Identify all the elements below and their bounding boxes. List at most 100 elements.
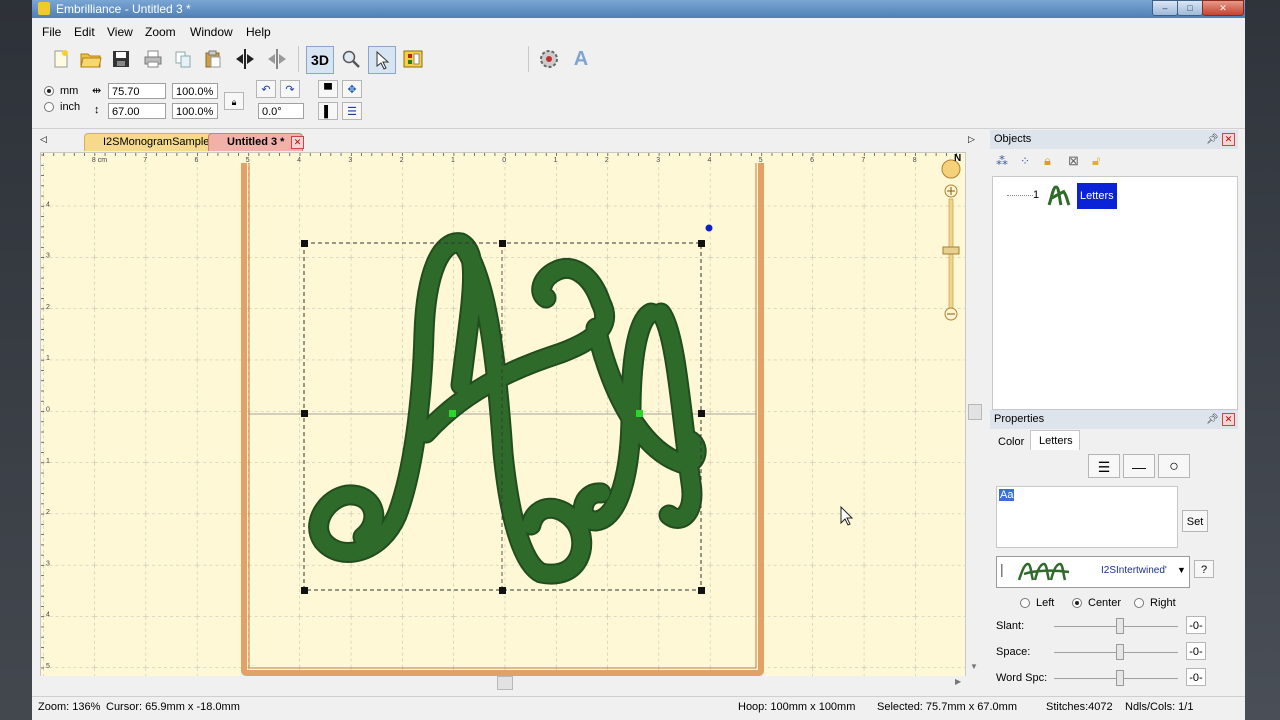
- color-palette-icon[interactable]: [400, 46, 426, 72]
- close-panel-icon[interactable]: ✕: [1222, 133, 1235, 146]
- menu-file[interactable]: File: [42, 25, 61, 39]
- paste-icon[interactable]: [200, 46, 226, 72]
- status-cursor: Cursor: 65.9mm x -18.0mm: [106, 701, 240, 713]
- rotate-right-icon[interactable]: ↷: [280, 80, 300, 98]
- mirror-horizontal-icon[interactable]: [232, 46, 258, 72]
- text-entry-box[interactable]: Aa: [996, 486, 1178, 548]
- open-folder-icon[interactable]: [78, 46, 104, 72]
- ungroup-icon[interactable]: ⁘: [1020, 154, 1030, 168]
- properties-panel-header: Properties 📌︎ ✕: [990, 410, 1238, 429]
- width-percent-input[interactable]: 100.0%: [172, 83, 218, 99]
- tab-color[interactable]: Color: [998, 436, 1024, 448]
- align-center-radio[interactable]: [1072, 598, 1082, 608]
- word-spacing-value[interactable]: -0-: [1186, 668, 1206, 686]
- center-object-icon[interactable]: ✥: [342, 80, 362, 98]
- rotation-input[interactable]: 0.0°: [258, 103, 304, 119]
- align-right-radio[interactable]: [1134, 598, 1144, 608]
- font-letters-icon[interactable]: A: [568, 46, 594, 72]
- menu-zoom[interactable]: Zoom: [145, 25, 176, 39]
- design-canvas[interactable]: 8 cm 7 6 5 4 3 2 1 0 1 2 3 4 5 6 7 8 4 3 2 1 0 1 2 3 4 5: [40, 152, 966, 680]
- pin-icon[interactable]: 📌︎: [1206, 410, 1219, 429]
- close-panel-icon[interactable]: ✕: [1222, 413, 1235, 426]
- dropdown-chevron-icon[interactable]: ▼: [1177, 565, 1186, 575]
- object-item-letters[interactable]: 1 Letters: [1033, 181, 1213, 211]
- layout-line-icon[interactable]: —: [1123, 454, 1155, 478]
- window-title: Embrilliance - Untitled 3 *: [56, 2, 191, 16]
- objects-panel-header: Objects 📌︎ ✕: [990, 130, 1238, 149]
- ruler-top-label: 5: [246, 157, 250, 164]
- height-input[interactable]: 67.00: [108, 103, 166, 119]
- layout-straight-icon[interactable]: ☰: [1088, 454, 1120, 478]
- tab-untitled-3[interactable]: Untitled 3 *: [208, 133, 304, 151]
- unit-inch-radio[interactable]: [44, 102, 54, 112]
- menu-edit[interactable]: Edit: [74, 25, 95, 39]
- align-top-icon[interactable]: ▀: [318, 80, 338, 98]
- ruler-left-label: 1: [46, 355, 50, 362]
- set-button[interactable]: Set: [1182, 510, 1208, 532]
- align-left-icon[interactable]: ▌: [318, 102, 338, 120]
- copy-icon[interactable]: [170, 46, 196, 72]
- space-value[interactable]: -0-: [1186, 642, 1206, 660]
- slant-slider-thumb[interactable]: [1116, 618, 1124, 634]
- new-file-icon[interactable]: [48, 46, 74, 72]
- tab-scroll-left-icon[interactable]: ◁: [40, 134, 47, 145]
- rotate-left-icon[interactable]: ↶: [256, 80, 276, 98]
- objects-toolbar: ⁂ ⁘ 🔒︎ ⊠ 🔓︎: [994, 152, 1234, 172]
- word-spacing-slider-thumb[interactable]: [1116, 670, 1124, 686]
- unlock-icon[interactable]: 🔓︎: [1092, 153, 1100, 169]
- slant-value[interactable]: -0-: [1186, 616, 1206, 634]
- vertical-scroll-thumb[interactable]: [968, 404, 982, 420]
- layout-circle-icon[interactable]: ○: [1158, 454, 1190, 478]
- object-index: 1: [1033, 189, 1040, 201]
- align-center-label: Center: [1088, 597, 1122, 609]
- ruler-top-label: 0: [502, 157, 506, 164]
- ruler-left-label: 1: [46, 458, 50, 465]
- distribute-icon[interactable]: ☰: [342, 102, 362, 120]
- align-left-radio[interactable]: [1020, 598, 1030, 608]
- font-selector[interactable]: | I2SIntertwined' ▼: [996, 556, 1190, 588]
- width-arrow-icon: ⇹: [92, 85, 102, 97]
- ruler-top-label: 8: [913, 157, 917, 164]
- minimize-button[interactable]: –: [1152, 0, 1178, 16]
- tab-letters[interactable]: Letters: [1030, 430, 1080, 451]
- font-help-button[interactable]: ?: [1194, 560, 1214, 578]
- close-tab-icon[interactable]: ✕: [291, 136, 304, 149]
- save-icon[interactable]: [108, 46, 134, 72]
- height-percent-input[interactable]: 100.0%: [172, 103, 218, 119]
- menu-help[interactable]: Help: [246, 25, 271, 39]
- menu-window[interactable]: Window: [190, 25, 233, 39]
- word-spacing-label: Word Spc:: [996, 672, 1048, 684]
- ruler-top-label: 3: [348, 157, 352, 164]
- tab-scroll-right-icon[interactable]: ▷: [968, 134, 975, 145]
- unit-mm-label: mm: [60, 85, 79, 97]
- properties-panel: Properties 📌︎ ✕ Color Letters ☰ — ○ Aa S…: [990, 410, 1238, 696]
- delete-object-icon[interactable]: ⊠: [1068, 153, 1079, 169]
- zoom-magnifier-icon[interactable]: [338, 46, 364, 72]
- vertical-scrollbar[interactable]: ▼: [966, 152, 982, 678]
- needle-icon: |: [1000, 561, 1004, 577]
- stitch-settings-icon[interactable]: [536, 46, 562, 72]
- group-icon[interactable]: ⁂: [996, 154, 1008, 168]
- maximize-button[interactable]: □: [1177, 0, 1203, 16]
- view-3d-button[interactable]: 3D: [306, 46, 334, 74]
- pin-icon[interactable]: 📌︎: [1206, 130, 1219, 149]
- mirror-vertical-icon[interactable]: [264, 46, 290, 72]
- menu-view[interactable]: View: [107, 25, 133, 39]
- status-bar: Zoom: 136% Cursor: 65.9mm x -18.0mm Hoop…: [32, 696, 1245, 717]
- width-input[interactable]: 75.70: [108, 83, 166, 99]
- ruler-top-label: 5: [759, 157, 763, 164]
- lock-icon[interactable]: 🔒︎: [1044, 153, 1051, 169]
- lock-aspect-icon[interactable]: 🔒︎: [224, 92, 244, 110]
- space-slider-thumb[interactable]: [1116, 644, 1124, 660]
- scroll-right-icon[interactable]: ▶: [955, 677, 961, 686]
- unit-mm-radio[interactable]: [44, 86, 54, 96]
- close-button[interactable]: ✕: [1202, 0, 1244, 16]
- tree-line: [1007, 195, 1033, 196]
- desktop-background-left: [0, 0, 32, 720]
- horizontal-scroll-thumb[interactable]: [497, 676, 513, 690]
- select-pointer-icon[interactable]: [368, 46, 396, 74]
- scroll-down-icon[interactable]: ▼: [970, 662, 978, 671]
- print-icon[interactable]: [140, 46, 166, 72]
- horizontal-scrollbar[interactable]: ▶: [40, 676, 966, 690]
- menu-bar: File Edit View Zoom Window Help: [32, 22, 1245, 42]
